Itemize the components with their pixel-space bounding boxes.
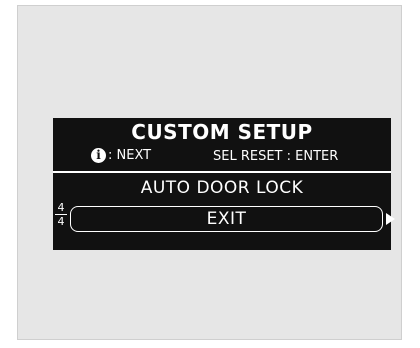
reset-hint: SEL RESET : ENTER (213, 149, 339, 164)
info-display-screen: CUSTOM SETUP i : NEXT SEL RESET : ENTER … (53, 118, 395, 250)
setting-item-label: AUTO DOOR LOCK (140, 178, 304, 198)
header-divider (53, 171, 391, 173)
page-total: 4 (57, 215, 65, 228)
screen-title: CUSTOM SETUP (131, 120, 313, 144)
page-indicator: 4 4 (55, 202, 67, 227)
page-current: 4 (57, 201, 65, 214)
arrow-right-icon[interactable] (386, 213, 395, 225)
next-hint: i : NEXT (91, 148, 151, 163)
selected-option-exit[interactable]: EXIT (70, 206, 383, 232)
next-hint-label: : NEXT (108, 148, 152, 163)
info-icon[interactable]: i (91, 148, 106, 163)
